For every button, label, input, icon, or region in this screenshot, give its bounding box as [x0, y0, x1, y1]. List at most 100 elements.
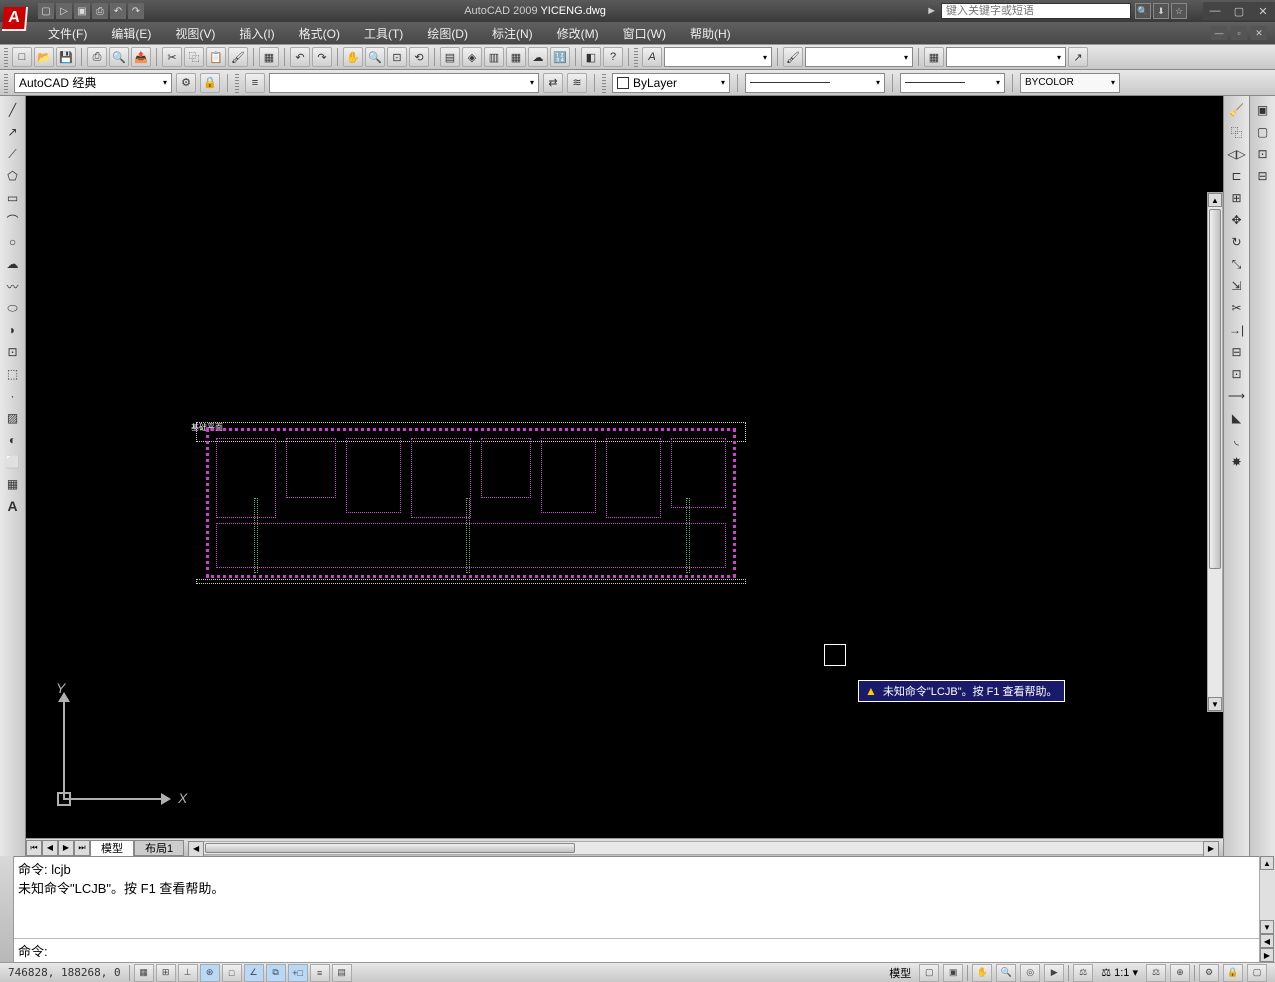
scale-icon[interactable]: ⤡	[1227, 254, 1247, 274]
polar-toggle[interactable]: ⊛	[200, 964, 220, 982]
undo-icon[interactable]: ↶	[110, 3, 126, 19]
qp-toggle[interactable]: ▤	[332, 964, 352, 982]
maximize-button[interactable]: ▢	[1227, 2, 1251, 20]
scroll-down-icon[interactable]: ▼	[1260, 920, 1274, 934]
plotstyle-combo[interactable]: BYCOLOR ▾	[1020, 73, 1120, 93]
toolbar-grip[interactable]	[634, 47, 638, 67]
explode-icon[interactable]: ✸	[1227, 452, 1247, 472]
move-icon[interactable]: ✥	[1227, 210, 1247, 230]
brush-icon[interactable]: 🖌	[783, 47, 803, 67]
tab-layout1[interactable]: 布局1	[134, 840, 184, 856]
insert-block-icon[interactable]: ⊡	[3, 342, 23, 362]
steering-wheel-icon[interactable]: ◎	[1020, 964, 1040, 982]
bring-above-icon[interactable]: ⊡	[1253, 144, 1273, 164]
menu-tools[interactable]: 工具(T)	[352, 22, 415, 44]
dimstyle-combo[interactable]: ▾	[664, 47, 772, 67]
vscroll-thumb[interactable]	[1209, 209, 1221, 569]
table-icon[interactable]: ▦	[3, 474, 23, 494]
extend-icon[interactable]: →|	[1227, 320, 1247, 340]
coordinates-display[interactable]: 746828, 188268, 0	[0, 966, 129, 979]
plot-icon[interactable]: ⎙	[87, 47, 107, 67]
scroll-up-icon[interactable]: ▲	[1260, 856, 1274, 870]
toolbar-grip[interactable]	[235, 73, 239, 93]
trim-icon[interactable]: ✂	[1227, 298, 1247, 318]
fillet-icon[interactable]: ◟	[1227, 430, 1247, 450]
workspace-switching-icon[interactable]: ⚙	[1199, 964, 1219, 982]
break-point-icon[interactable]: ⊟	[1227, 342, 1247, 362]
workspace-lock-icon[interactable]: 🔒	[200, 73, 220, 93]
layer-icon[interactable]: ◧	[581, 47, 601, 67]
cut-icon[interactable]: ✂	[162, 47, 182, 67]
rotate-icon[interactable]: ↻	[1227, 232, 1247, 252]
properties-icon[interactable]: ▤	[440, 47, 460, 67]
undo-icon[interactable]: ↶	[290, 47, 310, 67]
markup-icon[interactable]: ☁	[528, 47, 548, 67]
horizontal-scrollbar[interactable]: ◀ ▶	[188, 841, 1219, 855]
pan-status-icon[interactable]: ✋	[972, 964, 992, 982]
preview-icon[interactable]: 🔍	[109, 47, 129, 67]
menu-edit[interactable]: 编辑(E)	[99, 22, 163, 44]
color-combo[interactable]: ByLayer ▾	[612, 73, 730, 93]
clean-screen-icon[interactable]: ▢	[1247, 964, 1267, 982]
toolbar-lock-icon[interactable]: 🔒	[1223, 964, 1243, 982]
spline-icon[interactable]: 〰	[3, 276, 23, 296]
vertical-scrollbar[interactable]: ▲ ▼	[1207, 192, 1223, 712]
quickcalc-icon[interactable]: 🔢	[550, 47, 570, 67]
app-logo[interactable]: A	[0, 0, 30, 22]
workspace-settings-icon[interactable]: ⚙	[176, 73, 196, 93]
sheet-set-icon[interactable]: ▦	[506, 47, 526, 67]
help-toolbar-icon[interactable]: ?	[603, 47, 623, 67]
annotation-autoscale-icon[interactable]: ⊕	[1170, 964, 1190, 982]
redo-icon[interactable]: ↷	[128, 3, 144, 19]
favorite-icon[interactable]: ☆	[1171, 3, 1187, 19]
layer-combo[interactable]: ▾	[269, 73, 539, 93]
mirror-icon[interactable]: ◁▷	[1227, 144, 1247, 164]
tab-last[interactable]: ⏭	[74, 840, 90, 856]
toolbar-grip[interactable]	[4, 47, 8, 67]
tab-next[interactable]: ▶	[58, 840, 74, 856]
menu-insert[interactable]: 插入(I)	[227, 22, 286, 44]
bring-front-icon[interactable]: ▣	[1253, 100, 1273, 120]
copy-icon[interactable]: ⿻	[184, 47, 204, 67]
lineweight-combo[interactable]: ▾	[900, 73, 1005, 93]
save-file-icon[interactable]: 💾	[56, 47, 76, 67]
menu-file[interactable]: 文件(F)	[36, 22, 99, 44]
zoom-previous-icon[interactable]: ⟲	[409, 47, 429, 67]
tab-prev[interactable]: ◀	[42, 840, 58, 856]
menu-window[interactable]: 窗口(W)	[611, 22, 678, 44]
mleader-style-combo[interactable]: ▾	[946, 47, 1066, 67]
quickview-drawings-icon[interactable]: ▣	[943, 964, 963, 982]
lwt-toggle[interactable]: ≡	[310, 964, 330, 982]
menu-format[interactable]: 格式(O)	[287, 22, 352, 44]
block-editor-icon[interactable]: ▦	[259, 47, 279, 67]
commandline-text[interactable]: 命令: lcjb 未知命令"LCJB"。按 F1 查看帮助。 命令:	[14, 856, 1259, 962]
scroll-down-icon[interactable]: ▼	[1208, 697, 1222, 711]
save-icon[interactable]: ▣	[74, 3, 90, 19]
offset-icon[interactable]: ⊏	[1227, 166, 1247, 186]
xline-icon[interactable]: ↗	[3, 122, 23, 142]
make-block-icon[interactable]: ⬚	[3, 364, 23, 384]
layer-states-icon[interactable]: ≋	[567, 73, 587, 93]
mdi-close[interactable]: ✕	[1251, 26, 1267, 40]
otrack-toggle[interactable]: ∠	[244, 964, 264, 982]
menu-dimension[interactable]: 标注(N)	[480, 22, 545, 44]
copy-object-icon[interactable]: ⿻	[1227, 122, 1247, 142]
hatch-icon[interactable]: ▨	[3, 408, 23, 428]
line-icon[interactable]: ╱	[3, 100, 23, 120]
dyn-toggle[interactable]: +□	[288, 964, 308, 982]
cmd-vscroll[interactable]: ▲ ▼ ◀ ▶	[1259, 856, 1275, 962]
region-icon[interactable]: ⬜	[3, 452, 23, 472]
osnap-toggle[interactable]: □	[222, 964, 242, 982]
send-under-icon[interactable]: ⊟	[1253, 166, 1273, 186]
send-back-icon[interactable]: ▢	[1253, 122, 1273, 142]
scroll-right-icon[interactable]: ▶	[1203, 841, 1219, 857]
menu-help[interactable]: 帮助(H)	[678, 22, 743, 44]
mdi-minimize[interactable]: —	[1211, 26, 1227, 40]
redo-icon[interactable]: ↷	[312, 47, 332, 67]
break-icon[interactable]: ⊡	[1227, 364, 1247, 384]
scroll-left-icon[interactable]: ◀	[188, 841, 204, 857]
tab-first[interactable]: ⏮	[26, 840, 42, 856]
showmotion-icon[interactable]: ▶	[1044, 964, 1064, 982]
paste-icon[interactable]: 📋	[206, 47, 226, 67]
annotation-scale-icon[interactable]: ⚖	[1073, 964, 1093, 982]
